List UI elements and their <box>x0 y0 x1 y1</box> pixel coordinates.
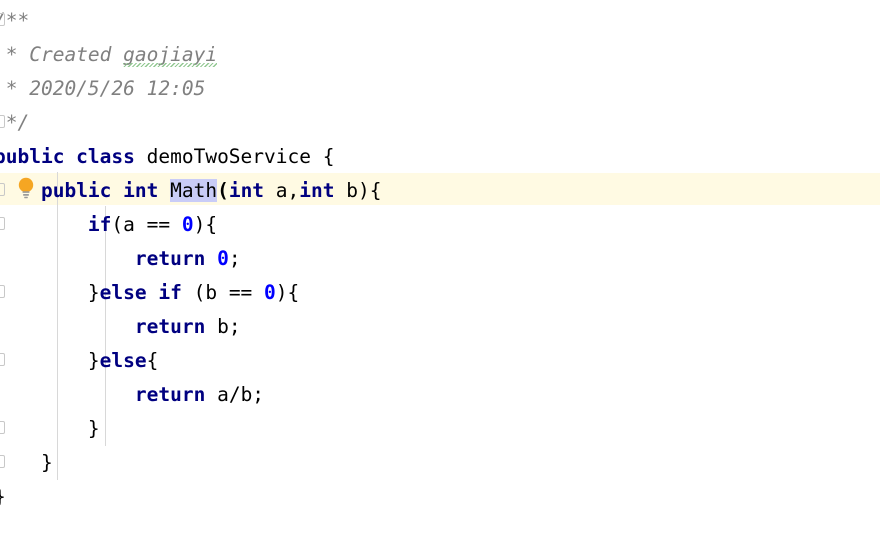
fold-region-marker[interactable] <box>0 217 5 230</box>
code-line[interactable]: return 0; <box>0 242 241 276</box>
code-editor[interactable]: /** * Created gaojiayi * 2020/5/26 12:05… <box>0 0 892 549</box>
lightbulb-icon[interactable] <box>16 176 36 200</box>
spellcheck-word: gaojiayi <box>123 43 218 66</box>
code-token: } <box>87 349 100 372</box>
keyword-token: public class <box>0 145 147 168</box>
keyword-token: return <box>134 383 206 406</box>
fold-region-marker[interactable] <box>0 353 5 366</box>
code-line[interactable]: * 2020/5/26 12:05 <box>0 72 206 106</box>
fold-region-marker[interactable] <box>0 183 5 196</box>
code-token: (a == <box>111 213 182 236</box>
code-token: a/b; <box>205 383 265 406</box>
comment-token: * Created <box>0 43 124 66</box>
number-token: 0 <box>181 213 194 236</box>
keyword-token: return <box>134 247 206 270</box>
number-token: 0 <box>217 247 229 270</box>
fold-region-marker[interactable] <box>0 421 5 434</box>
fold-region-marker[interactable] <box>0 13 5 26</box>
code-text-area[interactable]: /** * Created gaojiayi * 2020/5/26 12:05… <box>0 0 892 549</box>
selected-identifier: Math <box>170 179 218 202</box>
code-token: { <box>146 349 159 372</box>
fold-region-marker[interactable] <box>0 455 5 468</box>
code-line[interactable]: } <box>0 412 100 446</box>
code-token: } <box>87 417 100 440</box>
keyword-token: public int <box>40 179 171 202</box>
keyword-token: int <box>299 179 335 202</box>
fold-gutter[interactable] <box>0 0 12 549</box>
code-token: b){ <box>334 179 382 202</box>
code-line[interactable]: }else{ <box>0 344 158 378</box>
code-token: b; <box>205 315 241 338</box>
number-token: 0 <box>264 281 276 304</box>
code-token: ){ <box>193 213 218 236</box>
code-token: } <box>87 281 100 304</box>
keyword-token: else if <box>99 281 182 304</box>
code-line[interactable]: return b; <box>0 310 241 344</box>
code-line[interactable]: }else if (b == 0){ <box>0 276 299 310</box>
code-line[interactable]: if(a == 0){ <box>0 208 217 242</box>
keyword-token: int <box>228 179 265 202</box>
code-token: (b == <box>181 281 265 304</box>
comment-token: * 2020/5/26 12:05 <box>0 77 206 100</box>
fold-region-marker[interactable] <box>0 115 5 128</box>
keyword-token: return <box>134 315 206 338</box>
code-token: ( <box>217 179 229 202</box>
code-token: ){ <box>275 281 300 304</box>
fold-region-marker[interactable] <box>0 285 5 298</box>
keyword-token: if <box>87 213 112 236</box>
code-token: a, <box>264 179 300 202</box>
code-line[interactable]: public int Math(int a,int b){ <box>0 174 382 208</box>
code-line[interactable]: * Created gaojiayi <box>0 38 218 72</box>
code-token: } <box>40 451 53 474</box>
code-line[interactable]: return a/b; <box>0 378 264 412</box>
keyword-token: else <box>99 349 147 372</box>
code-line[interactable]: public class demoTwoService { <box>0 140 334 174</box>
code-token: demoTwoService { <box>146 145 335 168</box>
code-token: ; <box>228 247 241 270</box>
